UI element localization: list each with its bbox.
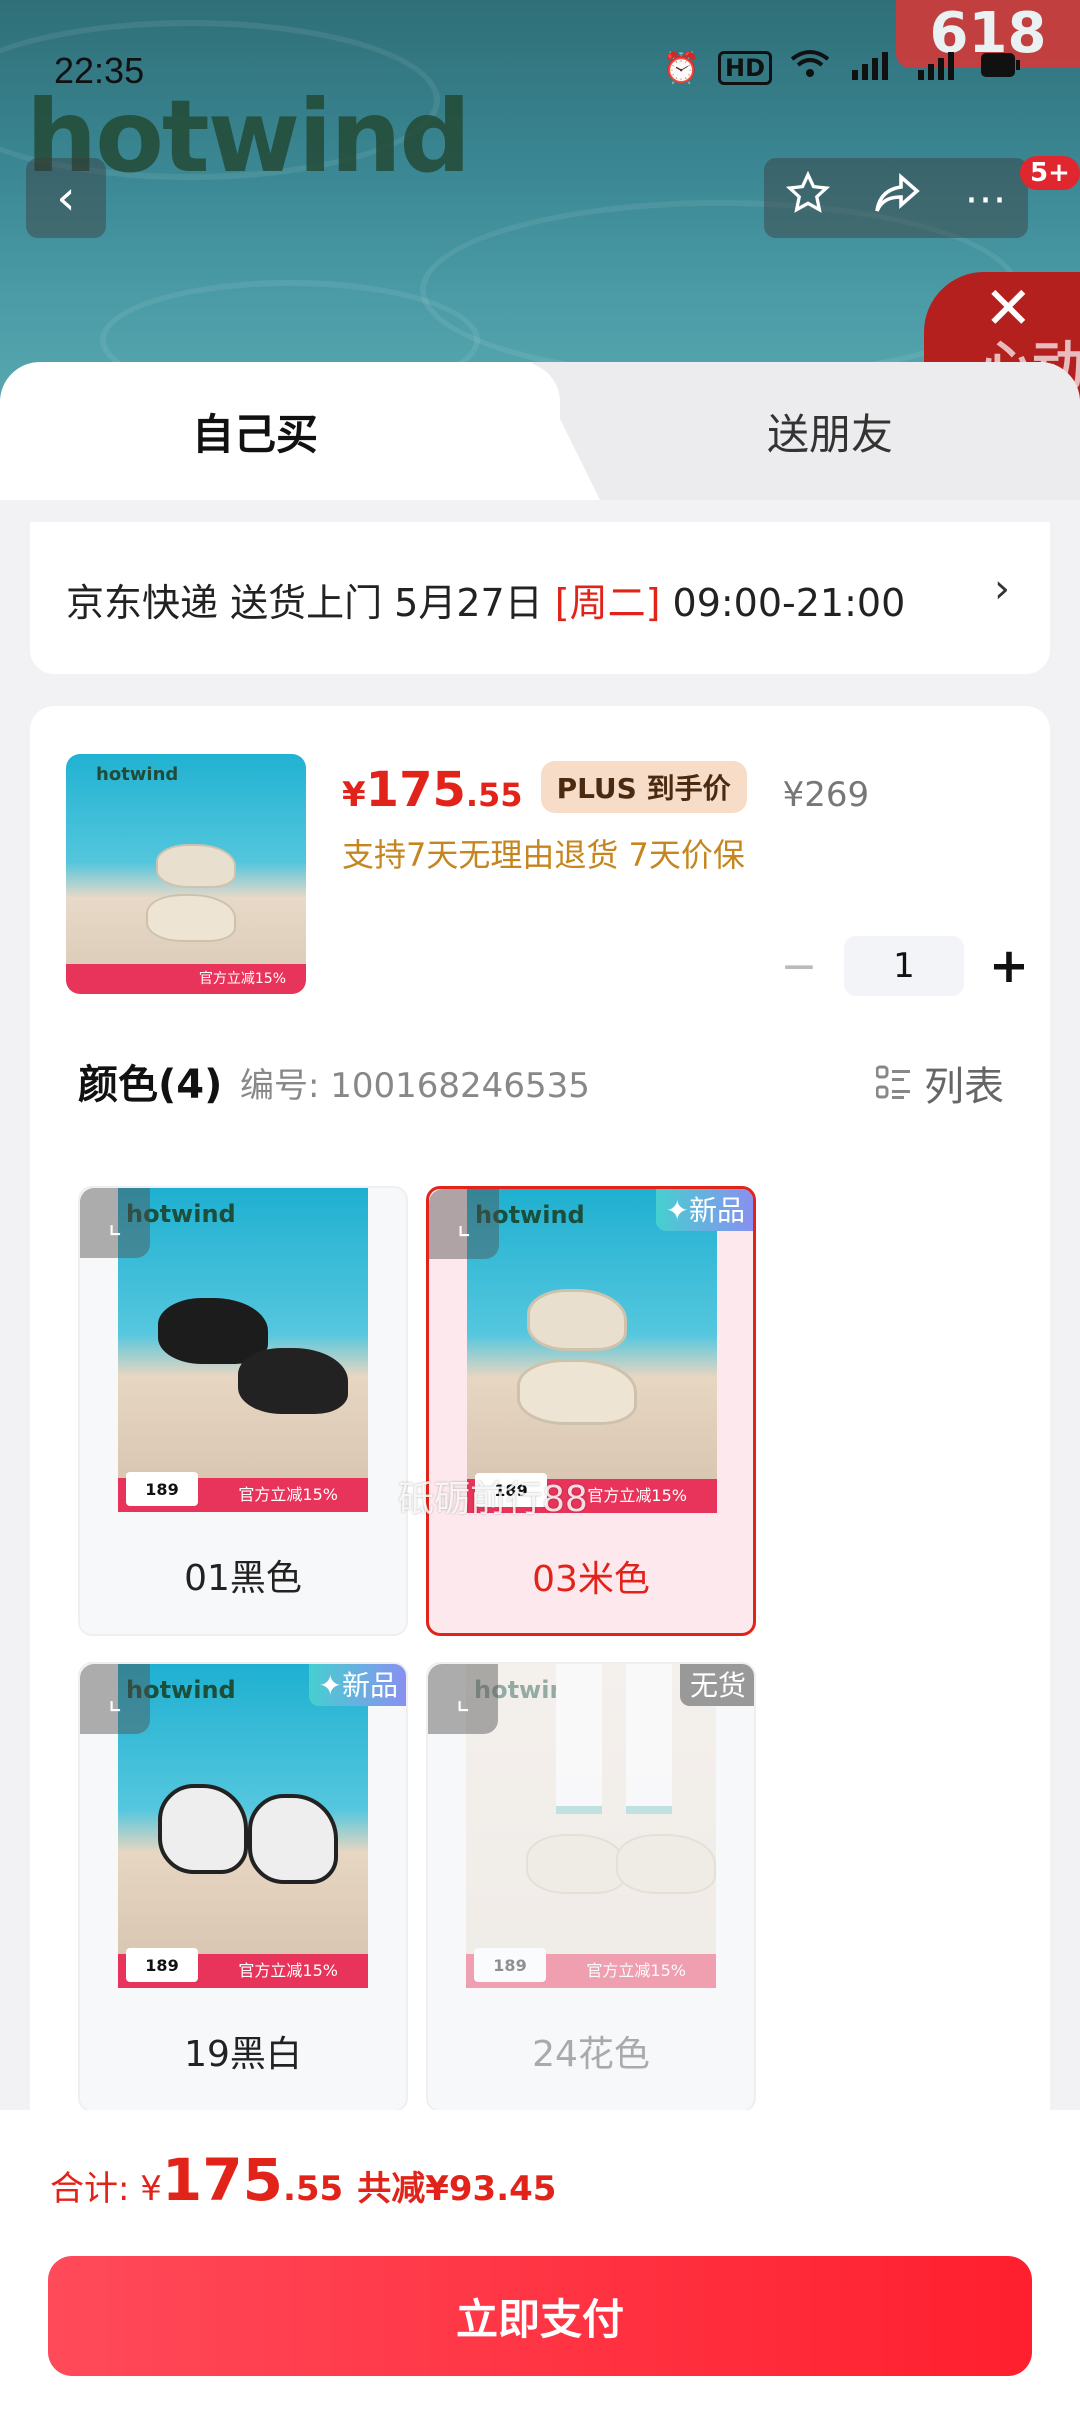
new-product-tag: ✦新品 — [308, 1664, 406, 1706]
status-bar: 22:35 ⏰ HD — [0, 40, 1080, 100]
variant-image: hotwind 官方立减15% 189 — [467, 1189, 717, 1513]
tab-buy-self-label: 自己买 — [191, 409, 318, 459]
shoe-image — [517, 1359, 637, 1425]
share-icon[interactable] — [873, 171, 921, 225]
quantity-stepper: − 1 + — [774, 936, 1034, 996]
variant-label: 03米色 — [532, 1559, 650, 1600]
color-option-03[interactable]: hotwind 官方立减15% 189 ⌞ ✦新品 03米色 — [426, 1186, 756, 1636]
tab-buy-self[interactable]: 自己买 — [0, 362, 560, 500]
order-total: 合计: ¥175.55 共减¥93.45 — [50, 2146, 556, 2214]
delivery-text: 京东快递 送货上门 5月27日 [周二] 09:00-21:00 — [66, 572, 905, 627]
chevron-left-icon: ‹ — [56, 170, 76, 226]
service-promise: 支持7天无理由退货 7天价保 — [342, 836, 745, 874]
variant-image: hotwind 官方立减15% 189 — [118, 1188, 368, 1512]
wifi-icon — [790, 49, 830, 87]
new-product-tag: ✦新品 — [655, 1189, 753, 1231]
shoe-image — [248, 1794, 338, 1884]
more-icon[interactable]: ⋯ — [964, 174, 1006, 223]
product-card: hotwind 官方立减15% ¥175.55 PLUS 到手价 ¥269 支持… — [30, 706, 1050, 2136]
tab-gift-friend[interactable]: 送朋友 — [520, 362, 1080, 500]
expand-icon[interactable]: ⌞ — [80, 1188, 150, 1258]
message-count-badge: 5+ — [1020, 156, 1080, 190]
pay-now-button[interactable]: 立即支付 — [48, 2256, 1032, 2376]
variant-label: 19黑白 — [184, 2034, 302, 2075]
alarm-icon: ⏰ — [662, 50, 700, 86]
back-button[interactable]: ‹ — [26, 158, 106, 238]
total-integer: 175 — [161, 2146, 283, 2214]
variant-price-tag: 189 — [474, 1948, 546, 1982]
battery-icon — [980, 51, 1020, 86]
checkout-bar: 合计: ¥175.55 共减¥93.45 立即支付 — [0, 2110, 1080, 2412]
increase-quantity-button[interactable]: + — [984, 938, 1034, 994]
decrease-quantity-button[interactable]: − — [774, 941, 824, 992]
list-toggle-label: 列表 — [924, 1064, 1004, 1110]
price-integer: 175 — [365, 762, 466, 818]
5g-signal-icon — [914, 48, 962, 88]
purchase-sheet: 送朋友 自己买 京东快递 送货上门 5月27日 [周二] 09:00-21:00… — [0, 362, 1080, 2412]
status-icons: ⏰ HD — [663, 48, 1020, 88]
favorite-star-icon[interactable] — [785, 170, 830, 225]
tab-gift-friend-label: 送朋友 — [766, 409, 893, 459]
shoe-image — [527, 1289, 627, 1351]
variant-price-tag: 189 — [126, 1472, 198, 1506]
plus-price: ¥175.55 — [342, 762, 523, 818]
price-currency: ¥ — [342, 775, 366, 815]
shoe-image — [238, 1348, 348, 1414]
price-decimal: .55 — [465, 776, 523, 814]
list-view-toggle[interactable]: 列表 — [875, 1054, 1004, 1112]
shoe-image — [526, 1834, 626, 1894]
thumbnail-banner: 官方立减15% — [66, 964, 306, 994]
status-time: 22:35 — [54, 50, 145, 91]
plus-price-tag: PLUS 到手价 — [540, 761, 747, 813]
total-label: 合计: ¥ — [50, 2169, 162, 2209]
shoe-image — [158, 1784, 248, 1874]
variant-image: hotwind 官方立减15% 189 — [118, 1664, 368, 1988]
variant-image: hotwind 官方立减15% 189 — [466, 1664, 716, 1988]
quantity-input[interactable]: 1 — [844, 936, 964, 996]
expand-icon[interactable]: ⌞ — [80, 1664, 150, 1734]
expand-icon[interactable]: ⌞ — [429, 1189, 499, 1259]
product-thumbnail[interactable]: hotwind 官方立减15% — [66, 754, 306, 994]
delivery-time-window: 09:00-21:00 — [660, 581, 906, 625]
delivery-option[interactable]: 京东快递 送货上门 5月27日 [周二] 09:00-21:00 › — [30, 522, 1050, 674]
delivery-weekday: [周二] — [554, 581, 661, 625]
variant-price-tag: 189 — [126, 1948, 198, 1982]
purchase-tabs: 送朋友 自己买 — [0, 362, 1080, 500]
sku-number: 编号: 100168246535 — [240, 1066, 590, 1106]
leg-image — [556, 1664, 602, 1814]
chevron-right-icon: › — [994, 566, 1010, 612]
list-icon — [875, 1065, 912, 1101]
total-decimal: .55 — [282, 2169, 344, 2209]
shoe-image — [146, 894, 236, 942]
expand-icon[interactable]: ⌞ — [428, 1664, 498, 1734]
shoe-image — [616, 1834, 716, 1894]
top-action-group: ⋯ — [764, 158, 1028, 238]
total-savings: 共减¥93.45 — [357, 2169, 557, 2209]
variant-label: 01黑色 — [184, 1558, 302, 1599]
leg-image — [626, 1664, 672, 1814]
color-heading: 颜色(4) — [78, 1062, 223, 1108]
hd-icon: HD — [717, 51, 772, 85]
variant-label: 24花色 — [532, 2034, 650, 2075]
price-row: ¥175.55 PLUS 到手价 ¥269 — [342, 761, 870, 821]
out-of-stock-tag: 无货 — [679, 1664, 754, 1706]
color-option-01[interactable]: hotwind 官方立减15% 189 ⌞ 01黑色 — [78, 1186, 408, 1636]
5g-signal-icon — [848, 48, 896, 88]
thumbnail-brand-logo: hotwind — [96, 764, 179, 785]
original-price: ¥269 — [782, 775, 870, 815]
shoe-image — [156, 844, 236, 888]
color-option-24[interactable]: hotwind 官方立减15% 189 ⌞ 无货 24花色 — [426, 1662, 756, 2112]
color-option-19[interactable]: hotwind 官方立减15% 189 ⌞ ✦新品 19黑白 — [78, 1662, 408, 2112]
delivery-method: 京东快递 送货上门 5月27日 — [66, 581, 555, 625]
watermark-text: 砥砺前行88 — [398, 1479, 588, 1520]
